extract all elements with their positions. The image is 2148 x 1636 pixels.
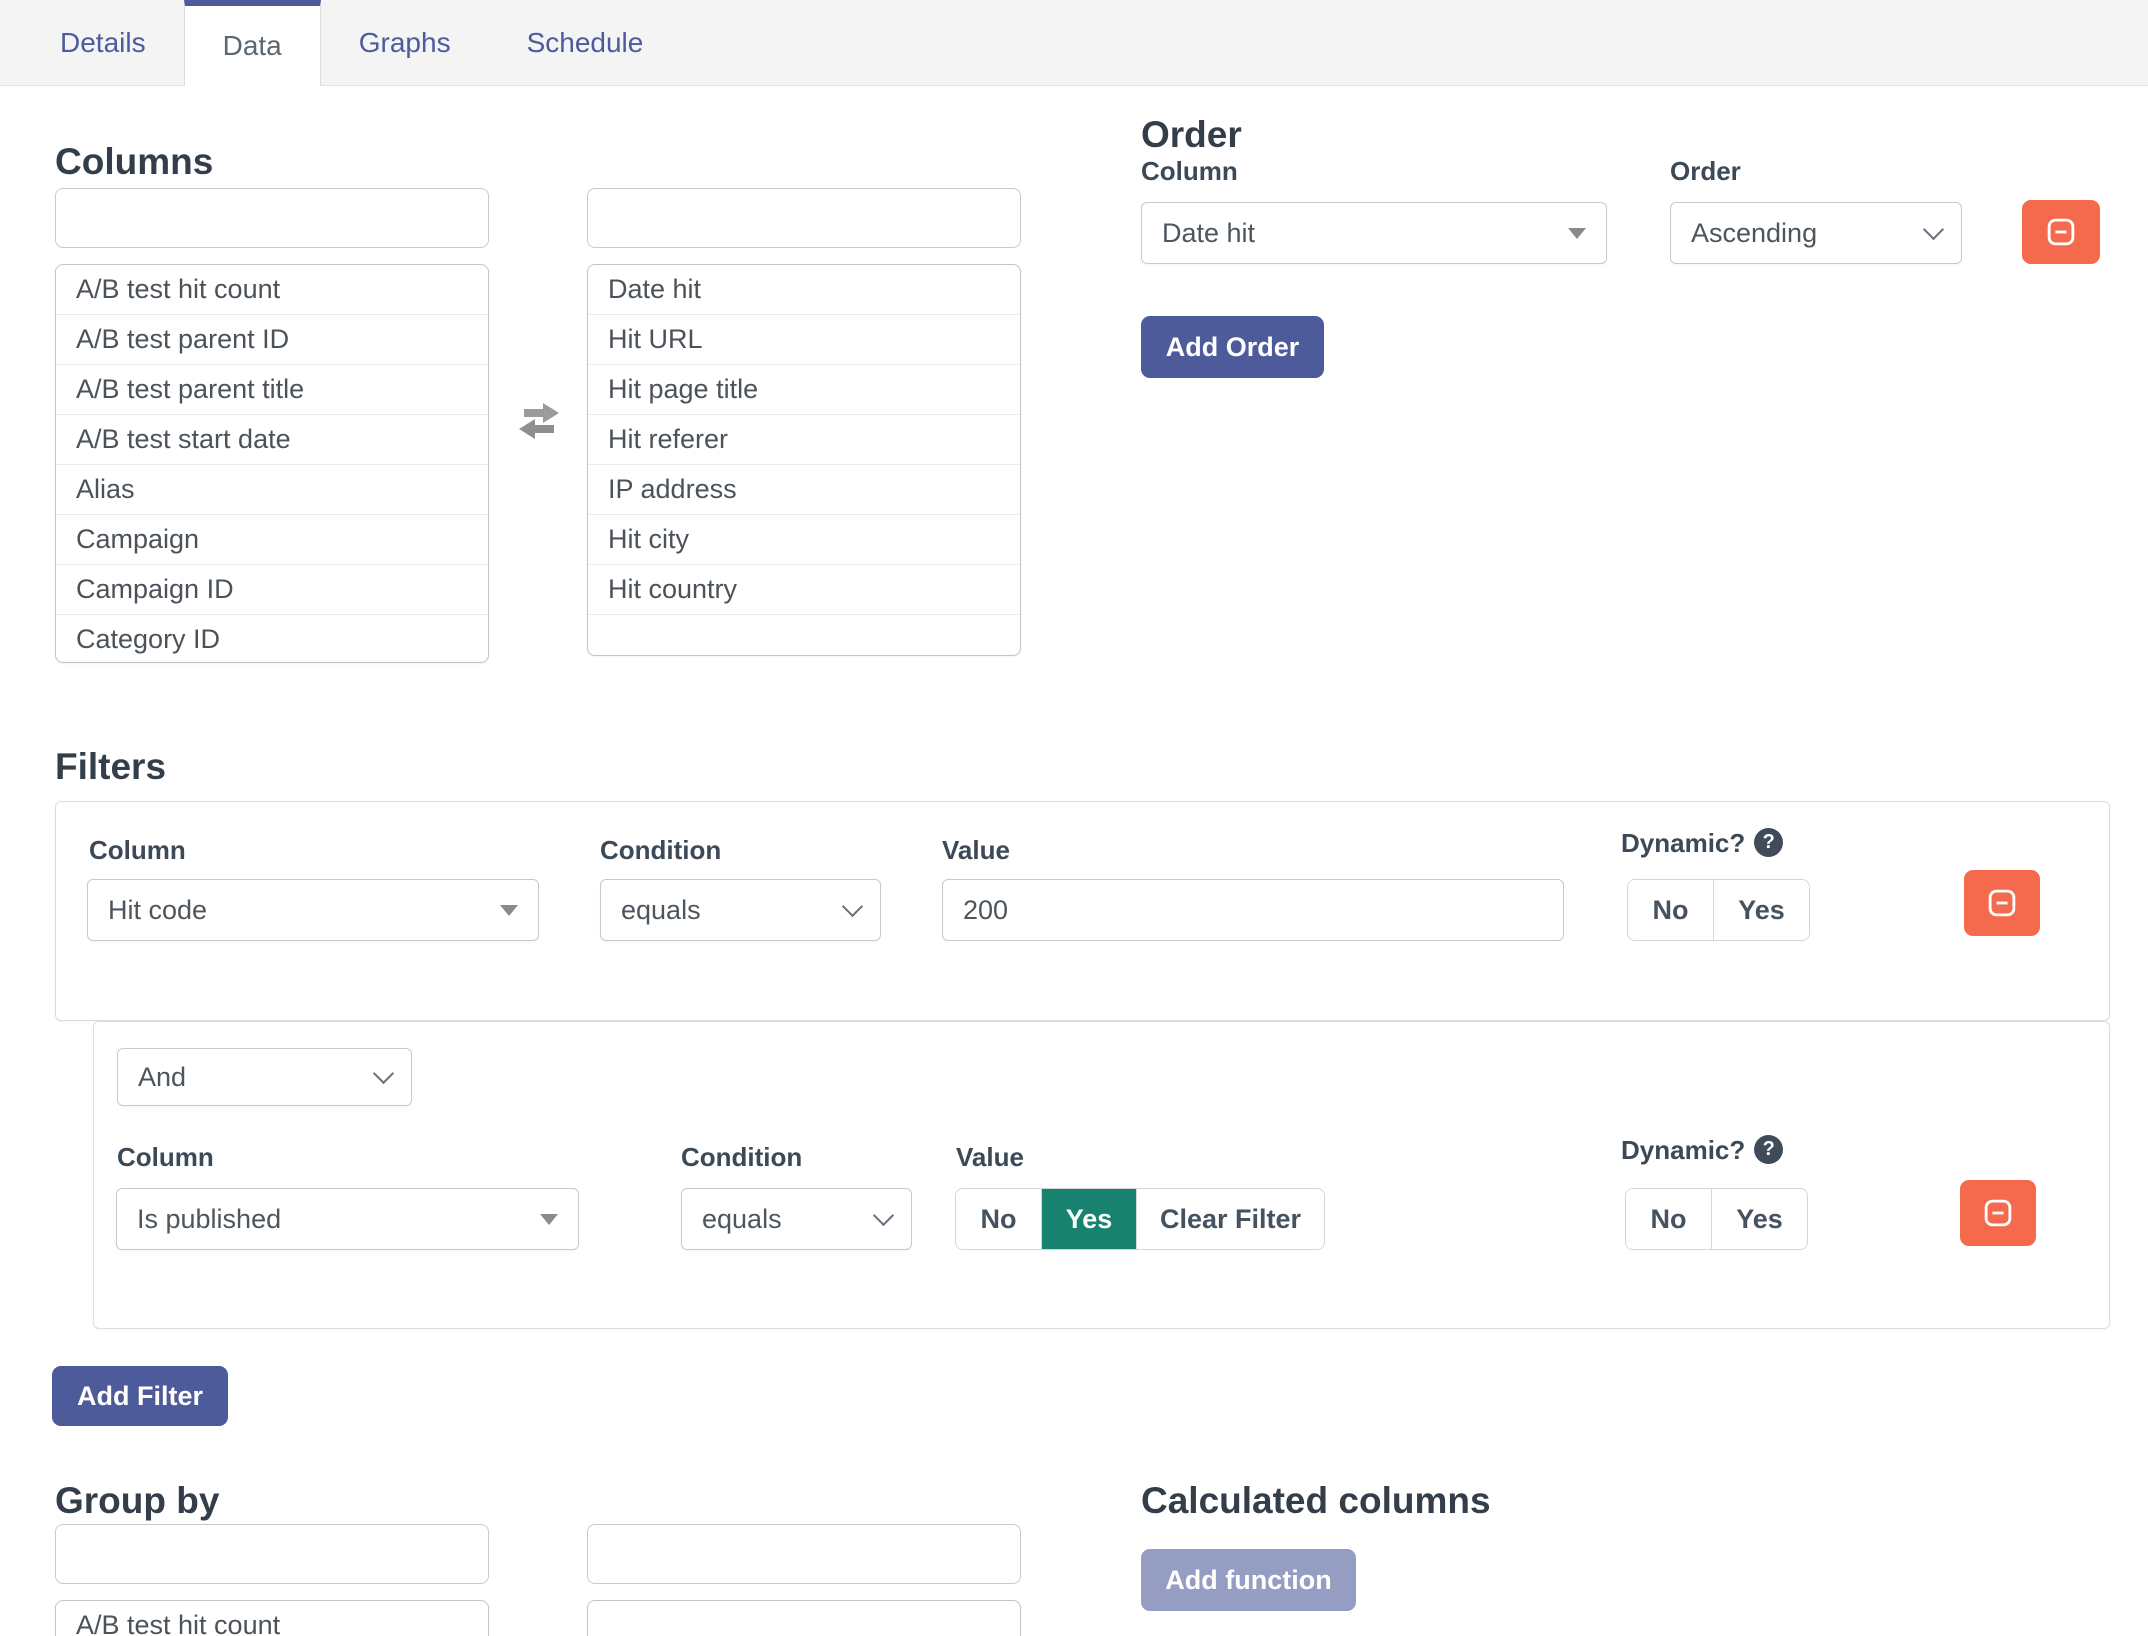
group-by-selected-list xyxy=(587,1600,1021,1636)
filter-dynamic-toggle: No Yes xyxy=(1627,879,1810,941)
dynamic-no-button[interactable]: No xyxy=(1628,880,1714,940)
dynamic-yes-button[interactable]: Yes xyxy=(1714,880,1809,940)
filter-dynamic-toggle: No Yes xyxy=(1625,1188,1808,1250)
column-option[interactable]: Category ID xyxy=(56,615,488,663)
filter-column-value: Hit code xyxy=(108,895,207,926)
minus-square-icon xyxy=(2042,213,2080,251)
filter-condition-value: equals xyxy=(621,895,701,926)
group-by-available-search-input[interactable] xyxy=(55,1524,489,1584)
caret-down-icon xyxy=(1568,228,1586,239)
tab-data[interactable]: Data xyxy=(184,0,321,86)
column-option[interactable]: Hit country xyxy=(588,565,1020,615)
help-icon[interactable]: ? xyxy=(1754,828,1783,857)
tab-schedule[interactable]: Schedule xyxy=(489,0,682,85)
column-option[interactable]: Alias xyxy=(56,465,488,515)
filter-column-select[interactable]: Is published xyxy=(116,1188,579,1250)
calculated-columns-title: Calculated columns xyxy=(1141,1482,1491,1519)
filter-value-label: Value xyxy=(956,1144,1024,1170)
column-option[interactable]: A/B test hit count xyxy=(56,265,488,315)
chevron-down-icon xyxy=(873,1204,894,1225)
order-direction-label: Order xyxy=(1670,158,1741,184)
dynamic-no-button[interactable]: No xyxy=(1626,1189,1712,1249)
order-column-label: Column xyxy=(1141,158,1238,184)
dynamic-yes-button[interactable]: Yes xyxy=(1712,1189,1807,1249)
chevron-down-icon xyxy=(1923,218,1944,239)
help-icon[interactable]: ? xyxy=(1754,1135,1783,1164)
column-option[interactable]: A/B test parent title xyxy=(56,365,488,415)
filter-column-label: Column xyxy=(117,1144,214,1170)
column-option[interactable]: Hit referer xyxy=(588,415,1020,465)
filter-dynamic-label: Dynamic? ? xyxy=(1621,828,1783,857)
column-option[interactable]: A/B test start date xyxy=(56,415,488,465)
tab-bar: Details Data Graphs Schedule xyxy=(0,0,2148,86)
filter-column-value: Is published xyxy=(137,1204,281,1235)
clear-filter-button[interactable]: Clear Filter xyxy=(1137,1189,1324,1249)
column-option[interactable]: Hit URL xyxy=(588,315,1020,365)
caret-down-icon xyxy=(540,1214,558,1225)
add-function-button[interactable]: Add function xyxy=(1141,1549,1356,1611)
minus-square-icon xyxy=(1979,1194,2017,1232)
group-by-section-title: Group by xyxy=(55,1482,219,1519)
value-no-button[interactable]: No xyxy=(956,1189,1042,1249)
column-option[interactable]: Hit page title xyxy=(588,365,1020,415)
order-column-select[interactable]: Date hit xyxy=(1141,202,1607,264)
filter-condition-select[interactable]: equals xyxy=(600,879,881,941)
value-yes-button[interactable]: Yes xyxy=(1042,1189,1137,1249)
tab-graphs[interactable]: Graphs xyxy=(321,0,489,85)
order-direction-value: Ascending xyxy=(1691,218,1817,249)
report-data-page: Details Data Graphs Schedule Columns A/B… xyxy=(0,0,2148,1636)
column-option[interactable]: Hit city xyxy=(588,515,1020,565)
filter-row-1: Column Hit code Condition equals Value D… xyxy=(55,801,2110,1021)
caret-down-icon xyxy=(500,905,518,916)
add-order-button[interactable]: Add Order xyxy=(1141,316,1324,378)
filter-value-label: Value xyxy=(942,837,1010,863)
filter-column-select[interactable]: Hit code xyxy=(87,879,539,941)
filter-row-2: And Column Is published Condition equals… xyxy=(93,1021,2110,1329)
remove-filter-button[interactable] xyxy=(1960,1180,2036,1246)
filter-dynamic-label: Dynamic? ? xyxy=(1621,1135,1783,1164)
column-option[interactable]: IP address xyxy=(588,465,1020,515)
group-by-available-list: A/B test hit count xyxy=(55,1600,489,1636)
filter-condition-label: Condition xyxy=(600,837,721,863)
column-option[interactable]: A/B test parent ID xyxy=(56,315,488,365)
filter-operator-value: And xyxy=(138,1062,186,1093)
filter-operator-select[interactable]: And xyxy=(117,1048,412,1106)
columns-selected-list: Date hit Hit URL Hit page title Hit refe… xyxy=(587,264,1021,656)
order-section-title: Order xyxy=(1141,116,1242,153)
add-filter-button[interactable]: Add Filter xyxy=(52,1366,228,1426)
remove-order-button[interactable] xyxy=(2022,200,2100,264)
column-option[interactable]: Campaign xyxy=(56,515,488,565)
order-column-value: Date hit xyxy=(1162,218,1255,249)
swap-columns-icon xyxy=(514,398,564,444)
chevron-down-icon xyxy=(842,895,863,916)
column-option[interactable]: Campaign ID xyxy=(56,565,488,615)
remove-filter-button[interactable] xyxy=(1964,870,2040,936)
group-by-selected-search-input[interactable] xyxy=(587,1524,1021,1584)
columns-available-list: A/B test hit count A/B test parent ID A/… xyxy=(55,264,489,663)
filter-condition-value: equals xyxy=(702,1204,782,1235)
filter-condition-select[interactable]: equals xyxy=(681,1188,912,1250)
order-direction-select[interactable]: Ascending xyxy=(1670,202,1962,264)
columns-selected-search-input[interactable] xyxy=(587,188,1021,248)
group-by-option[interactable]: A/B test hit count xyxy=(56,1601,488,1636)
filter-value-input[interactable] xyxy=(942,879,1564,941)
columns-section-title: Columns xyxy=(55,143,213,180)
filter-column-label: Column xyxy=(89,837,186,863)
tab-details[interactable]: Details xyxy=(22,0,184,85)
filters-section-title: Filters xyxy=(55,748,166,785)
filter-boolean-value-group: No Yes Clear Filter xyxy=(955,1188,1325,1250)
chevron-down-icon xyxy=(373,1062,394,1083)
filter-condition-label: Condition xyxy=(681,1144,802,1170)
column-option[interactable]: Date hit xyxy=(588,265,1020,315)
columns-available-search-input[interactable] xyxy=(55,188,489,248)
minus-square-icon xyxy=(1983,884,2021,922)
